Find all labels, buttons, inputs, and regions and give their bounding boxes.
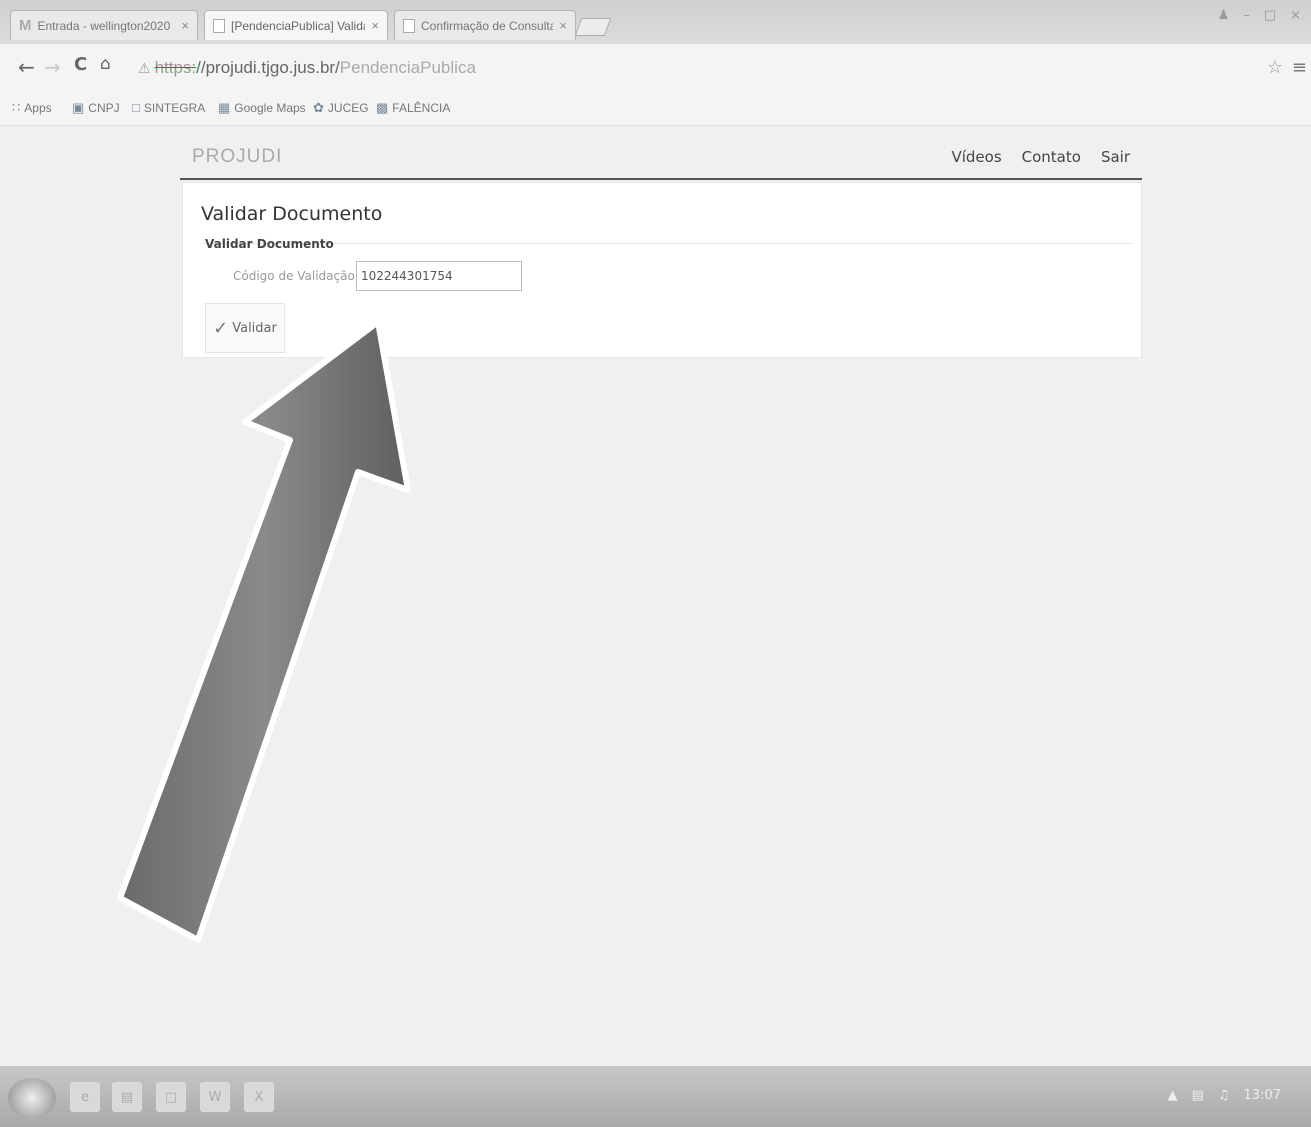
system-tray: ▲ ▤ ♫ 13:07: [1168, 1088, 1281, 1103]
explorer-icon[interactable]: ▤: [112, 1082, 142, 1112]
ie-icon[interactable]: e: [70, 1082, 100, 1112]
clock[interactable]: 13:07: [1244, 1088, 1281, 1103]
word-icon[interactable]: W: [200, 1082, 230, 1112]
network-icon[interactable]: ▤: [1192, 1088, 1204, 1103]
volume-icon[interactable]: ♫: [1218, 1088, 1230, 1103]
start-button[interactable]: [8, 1078, 56, 1118]
tray-arrow-icon[interactable]: ▲: [1168, 1088, 1178, 1103]
os-taskbar: e ▤ □ W X ▲ ▤ ♫ 13:07: [0, 1066, 1311, 1127]
annotation-arrow: [117, 319, 411, 943]
excel-icon[interactable]: X: [244, 1082, 274, 1112]
document-icon[interactable]: □: [156, 1082, 186, 1112]
arrow-shape: [117, 319, 411, 943]
